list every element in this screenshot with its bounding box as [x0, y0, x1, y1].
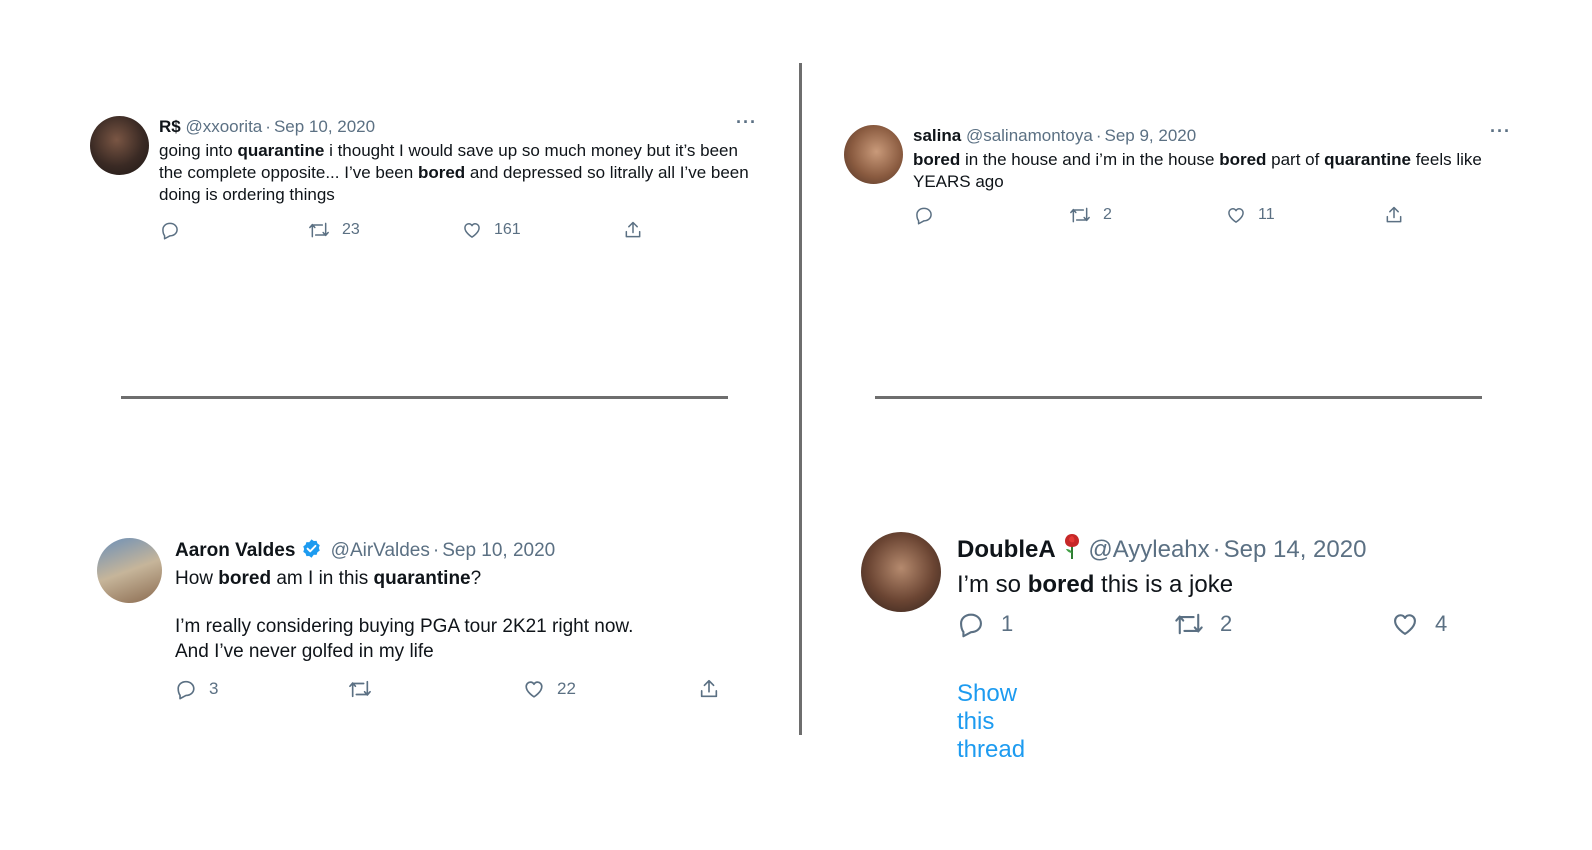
heart-icon [525, 681, 543, 698]
horizontal-divider-right [875, 396, 1482, 399]
tweet-date[interactable]: Sep 14, 2020 [1224, 536, 1367, 563]
share-button[interactable] [1384, 205, 1404, 225]
horizontal-divider-left [121, 396, 728, 399]
rose-emoji-icon [1064, 534, 1079, 559]
share-button[interactable] [623, 220, 643, 240]
handle[interactable]: @AirValdes [331, 540, 430, 561]
reply-icon [916, 207, 932, 225]
tweet-header: Aaron Valdes @AirValdes · Sep 10, 2020 [175, 539, 556, 561]
tweet-date[interactable]: Sep 9, 2020 [1105, 126, 1197, 145]
reply-button[interactable] [914, 205, 946, 225]
text-segment-bold: bored [1219, 150, 1267, 169]
like-count: 22 [557, 679, 576, 698]
collage: R$ @xxoorita · Sep 10, 2020 going into qua… [0, 0, 1592, 850]
retweet-button[interactable]: 2 [1069, 205, 1112, 225]
tweet-body: Aaron Valdes @AirValdes · Sep 10, 2020 How… [175, 538, 775, 664]
share-button[interactable] [698, 678, 720, 700]
tweet-text: How bored am I in this quarantine? I’m r… [175, 566, 775, 664]
reply-button[interactable]: 3 [175, 678, 218, 700]
tweet-header: salina @salinamontoya · Sep 9, 2020 [913, 126, 1197, 145]
like-button[interactable]: 161 [462, 220, 521, 240]
share-icon [625, 221, 641, 238]
display-name[interactable]: DoubleA [957, 536, 1056, 563]
show-thread-link[interactable]: Show this thread [957, 680, 1025, 764]
retweet-count: 2 [1220, 611, 1233, 636]
text-segment-bold: bored [417, 163, 466, 182]
text-line: I’m really considering buying PGA tour 2… [175, 616, 634, 637]
tweet-date[interactable]: Sep 10, 2020 [442, 540, 555, 561]
reply-icon [177, 680, 195, 700]
like-button[interactable]: 22 [523, 678, 576, 700]
tweet-text: bored in the house and i’m in the house … [913, 149, 1513, 193]
retweet-button[interactable] [348, 678, 384, 700]
share-icon [1386, 206, 1402, 223]
handle[interactable]: @xxoorita [185, 117, 262, 136]
retweet-button[interactable]: 2 [1174, 610, 1232, 638]
reply-button[interactable]: 1 [957, 610, 1013, 638]
text-segment: part of [1266, 150, 1325, 169]
tweet-text: I’m so bored this is a joke [957, 569, 1557, 601]
text-segment-bold: quarantine [237, 141, 325, 160]
text-segment: I’m so [957, 571, 1028, 598]
retweet-icon [349, 680, 371, 698]
like-count: 4 [1435, 611, 1448, 636]
text-line: And I’ve never golfed in my life [175, 641, 434, 662]
reply-icon [162, 222, 178, 240]
reply-icon [960, 613, 982, 638]
retweet-count: 2 [1103, 206, 1112, 223]
text-segment: this is a joke [1094, 571, 1234, 598]
retweet-button[interactable]: 23 [308, 220, 360, 240]
text-segment-bold: quarantine [373, 568, 471, 589]
more-options-icon[interactable]: ··· [1490, 121, 1511, 142]
tweet-body: R$ @xxoorita · Sep 10, 2020 going into qua… [159, 116, 759, 206]
text-segment: How [175, 568, 219, 589]
text-segment: am I in this [271, 568, 374, 589]
handle[interactable]: @salinamontoya [966, 126, 1093, 145]
text-segment: in the house and i’m in the house [960, 150, 1220, 169]
like-button[interactable]: 11 [1226, 205, 1275, 225]
text-segment-bold: bored [218, 568, 272, 589]
vertical-divider [799, 63, 802, 735]
heart-icon [464, 223, 480, 238]
like-count: 161 [494, 221, 521, 238]
text-segment-bold: quarantine [1324, 150, 1411, 169]
retweet-icon [309, 222, 329, 238]
reply-count: 1 [1001, 611, 1014, 636]
tweet-text: going into quarantine i thought I would … [159, 140, 759, 206]
handle[interactable]: @Ayyleahx [1088, 536, 1209, 563]
avatar[interactable] [90, 116, 149, 175]
display-name[interactable]: Aaron Valdes [175, 540, 295, 561]
tweet-date[interactable]: Sep 10, 2020 [274, 117, 375, 136]
like-button[interactable]: 4 [1391, 610, 1447, 638]
like-count: 11 [1258, 206, 1275, 223]
avatar[interactable] [97, 538, 162, 603]
reply-count: 3 [209, 679, 219, 698]
text-line: How bored am I in this quarantine? [175, 566, 775, 591]
avatar[interactable] [861, 532, 941, 612]
retweet-icon [1175, 613, 1203, 635]
tweet-header: R$ @xxoorita · Sep 10, 2020 [159, 117, 376, 136]
share-icon [700, 679, 718, 698]
display-name[interactable]: R$ [159, 117, 181, 136]
text-segment: going into [159, 141, 238, 160]
tweet-body: salina @salinamontoya · Sep 9, 2020 bored … [913, 125, 1513, 193]
tweet-body: DoubleA @Ayyleahx · Sep 14, 2020 I’m so bo… [957, 532, 1557, 601]
avatar[interactable] [844, 125, 903, 184]
text-segment: ? [470, 568, 482, 589]
text-segment-bold: bored [913, 150, 961, 169]
heart-icon [1228, 208, 1244, 223]
text-segment-bold: bored [1027, 571, 1095, 598]
verified-badge-icon [303, 539, 321, 558]
retweet-icon [1070, 207, 1090, 223]
display-name[interactable]: salina [913, 126, 961, 145]
reply-button[interactable] [160, 220, 192, 240]
tweet-header: DoubleA @Ayyleahx · Sep 14, 2020 [957, 532, 1557, 566]
more-options-icon[interactable]: ··· [736, 112, 757, 133]
retweet-count: 23 [342, 221, 360, 238]
heart-icon [1394, 614, 1416, 635]
